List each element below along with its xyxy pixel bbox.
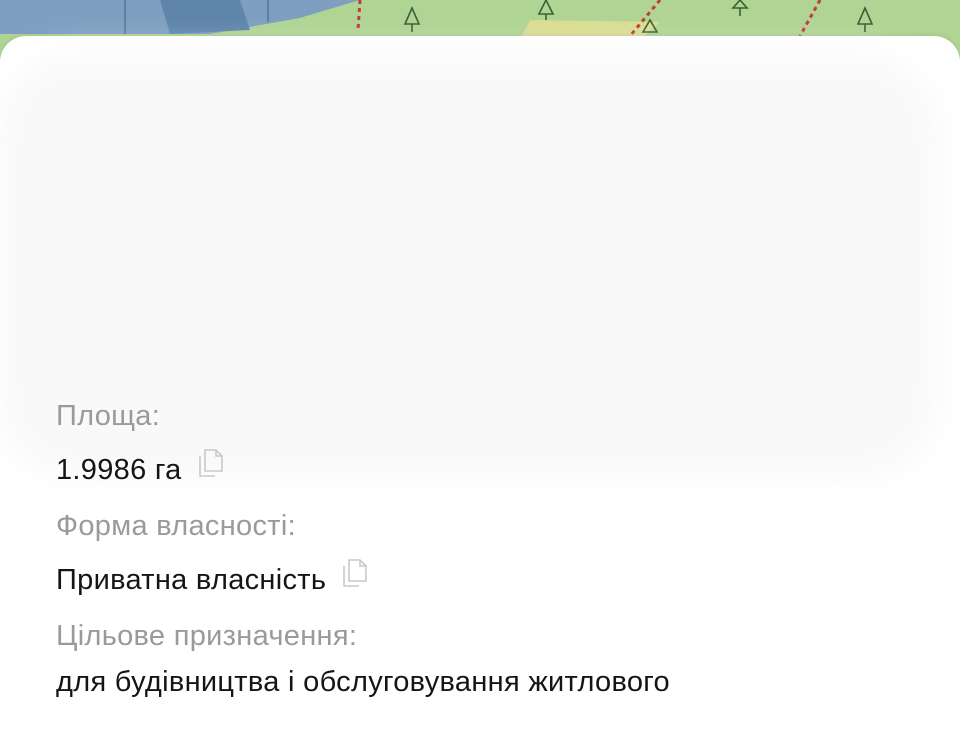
- area-value-row: 1.9986 га: [56, 448, 226, 487]
- copy-icon[interactable]: [196, 447, 226, 479]
- area-label: Площа:: [56, 400, 161, 432]
- parcel-info-sheet: Площа: 1.9986 га Форма власності: Приват…: [0, 36, 960, 756]
- purpose-label: Цільове призначення:: [56, 620, 358, 652]
- purpose-value-row: для будівництва і обслуговування житлово…: [56, 666, 670, 699]
- purpose-value: для будівництва і обслуговування житлово…: [56, 666, 670, 698]
- ownership-value-row: Приватна власність: [56, 558, 370, 597]
- ownership-label: Форма власності:: [56, 510, 296, 542]
- area-value: 1.9986 га: [56, 454, 182, 486]
- redacted-content-block: [18, 76, 918, 456]
- ownership-value: Приватна власність: [56, 564, 327, 596]
- copy-icon[interactable]: [340, 557, 370, 589]
